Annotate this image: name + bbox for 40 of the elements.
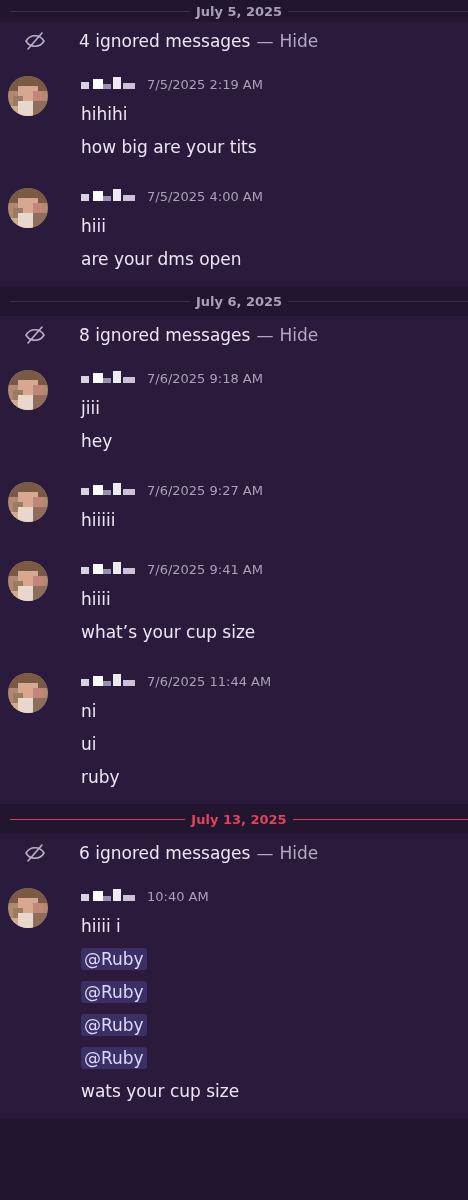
ignored-messages-label: 8 ignored messages [79,325,251,345]
message-timestamp: 7/6/2025 9:18 AM [147,370,263,386]
message-text: ui [81,734,97,754]
message-text: hiiii [81,589,111,609]
ignored-messages-label: 6 ignored messages [79,843,251,863]
hide-link[interactable]: Hide [279,325,319,345]
message-text: hiii [81,216,106,236]
message-timestamp: 7/6/2025 9:41 AM [147,561,263,577]
message-timestamp: 7/6/2025 11:44 AM [147,673,272,689]
separator-dash: — [256,843,274,863]
message-text: hihihi [81,104,128,124]
message-text: ni [81,701,97,721]
hidden-eye-icon [24,843,46,863]
user-mention[interactable]: @Ruby [81,981,147,1003]
hidden-eye-icon [24,325,46,345]
message-text: hey [81,431,113,451]
message-text: how big are your tits [81,137,257,157]
date-divider-label: July 13, 2025 [191,811,287,827]
hidden-eye-icon [24,31,46,51]
message-text: are your dms open [81,249,242,269]
date-divider-label: July 6, 2025 [195,293,283,309]
ignored-messages-label: 4 ignored messages [79,31,251,51]
message-text: hiiiii [81,510,116,530]
user-mention[interactable]: @Ruby [81,1047,147,1069]
message-text: ruby [81,767,120,787]
message-timestamp: 7/5/2025 4:00 AM [147,188,263,204]
message-timestamp: 7/5/2025 2:19 AM [147,76,263,92]
user-mention[interactable]: @Ruby [81,1014,147,1036]
date-divider-label: July 5, 2025 [195,3,283,19]
hide-link[interactable]: Hide [279,843,319,863]
message-text: what’s your cup size [81,622,256,642]
message-timestamp: 10:40 AM [147,888,209,904]
separator-dash: — [256,31,274,51]
message-text: jiii [81,398,100,418]
message-text: wats your cup size [81,1081,240,1101]
user-mention[interactable]: @Ruby [81,948,147,970]
message-text: hiiii i [81,916,121,936]
hide-link[interactable]: Hide [279,31,319,51]
message-timestamp: 7/6/2025 9:27 AM [147,482,263,498]
separator-dash: — [256,325,274,345]
